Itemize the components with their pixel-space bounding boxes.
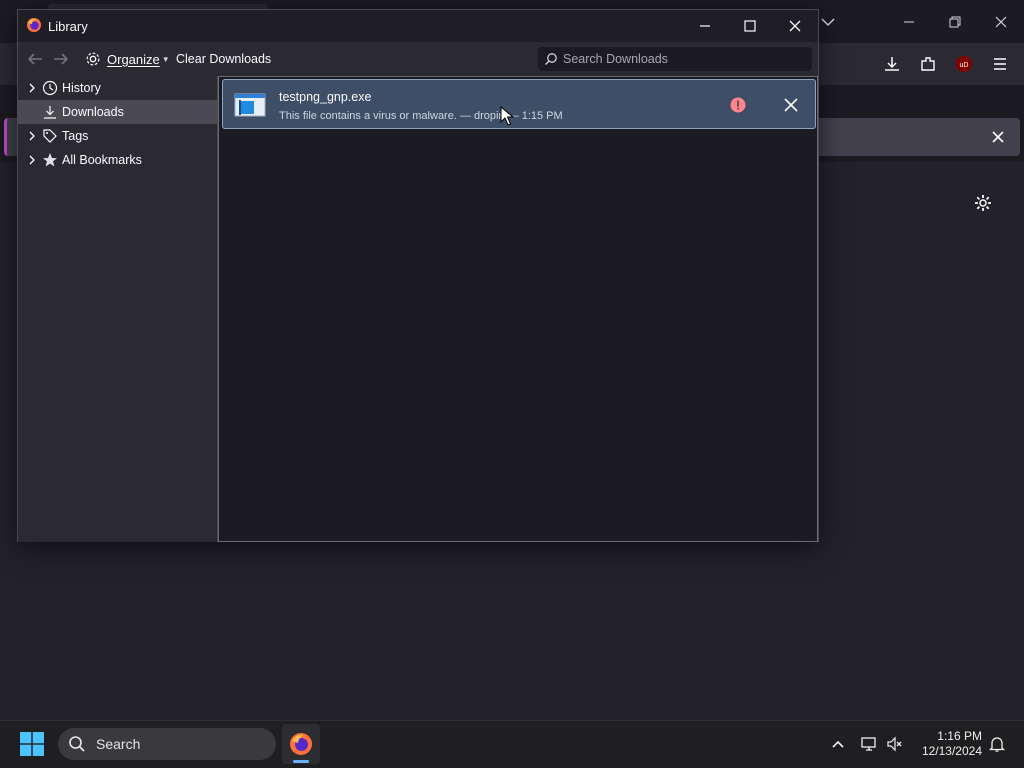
taskbar-clock[interactable]: 1:16 PM 12/13/2024 — [912, 729, 982, 759]
library-minimize-icon[interactable] — [690, 16, 720, 36]
library-window: Library Organize ▼ Clear Downloads Histo… — [17, 9, 819, 542]
expand-chevron-icon[interactable] — [27, 155, 37, 165]
firefox-logo-icon — [290, 733, 312, 755]
back-arrow-icon[interactable] — [26, 51, 44, 67]
running-indicator — [293, 760, 309, 763]
sidebar-item-downloads[interactable]: Downloads — [18, 100, 218, 124]
tag-icon — [43, 129, 57, 143]
warning-icon — [730, 97, 746, 113]
library-sidebar: History Downloads Tags All Bookmarks — [18, 76, 218, 542]
forward-arrow-icon[interactable] — [52, 51, 70, 67]
search-icon — [69, 736, 85, 752]
close-icon[interactable] — [989, 13, 1013, 31]
show-hidden-icons-chevron-icon[interactable] — [829, 735, 847, 753]
minimize-icon[interactable] — [897, 13, 921, 31]
downloads-icon[interactable] — [882, 54, 902, 74]
expand-chevron-icon[interactable] — [27, 131, 37, 141]
ublock-icon[interactable]: uD — [954, 54, 974, 74]
taskbar-firefox-button[interactable] — [282, 724, 320, 764]
download-item[interactable]: testpng_gnp.exe This file contains a vir… — [222, 79, 816, 129]
sidebar-item-all-bookmarks[interactable]: All Bookmarks — [18, 148, 218, 172]
clock-date: 12/13/2024 — [921, 744, 982, 758]
firefox-logo-icon — [27, 18, 41, 32]
library-close-icon[interactable] — [780, 16, 810, 36]
menu-icon[interactable] — [990, 54, 1010, 74]
sidebar-item-label: Downloads — [62, 105, 124, 119]
volume-muted-icon[interactable] — [886, 735, 904, 753]
library-title: Library — [48, 19, 88, 34]
expand-chevron-icon[interactable] — [27, 83, 37, 93]
svg-text:uD: uD — [960, 62, 969, 69]
notification-close-icon[interactable] — [988, 127, 1008, 147]
downloads-list: testpng_gnp.exe This file contains a vir… — [218, 76, 818, 542]
download-status: This file contains a virus or malware. —… — [279, 110, 563, 122]
gear-icon — [86, 52, 100, 66]
clock-icon — [42, 80, 58, 96]
chevron-down-icon: ▼ — [161, 54, 170, 64]
download-icon — [44, 106, 56, 119]
executable-file-icon — [234, 93, 266, 117]
windows-start-icon[interactable] — [20, 732, 44, 756]
clear-downloads-button[interactable]: Clear Downloads — [176, 52, 271, 66]
download-filename: testpng_gnp.exe — [279, 90, 372, 104]
library-titlebar: Library — [18, 10, 818, 42]
organize-label: Organize — [107, 51, 160, 67]
sidebar-item-history[interactable]: History — [18, 76, 218, 100]
taskbar-search-box[interactable]: Search — [58, 728, 276, 760]
remove-download-icon[interactable] — [782, 96, 800, 114]
library-maximize-icon[interactable] — [735, 16, 765, 36]
taskbar-search-label: Search — [96, 736, 141, 752]
sidebar-item-tags[interactable]: Tags — [18, 124, 218, 148]
sidebar-item-label: History — [62, 81, 101, 95]
restore-icon[interactable] — [943, 13, 967, 31]
mouse-cursor-icon — [500, 106, 514, 126]
clock-time: 1:16 PM — [937, 729, 982, 743]
tab-list-chevron-icon[interactable] — [816, 13, 840, 31]
star-icon — [43, 153, 57, 167]
sidebar-item-label: Tags — [62, 129, 89, 143]
extensions-icon[interactable] — [918, 54, 938, 74]
sidebar-item-label: All Bookmarks — [62, 153, 142, 167]
search-downloads-input[interactable] — [563, 52, 803, 66]
search-downloads-field[interactable] — [538, 47, 812, 71]
search-icon — [545, 53, 557, 65]
settings-gear-icon[interactable] — [973, 193, 993, 213]
organize-button[interactable]: Organize ▼ — [84, 48, 170, 70]
notification-bell-icon[interactable] — [988, 735, 1006, 753]
network-icon[interactable] — [860, 735, 878, 753]
